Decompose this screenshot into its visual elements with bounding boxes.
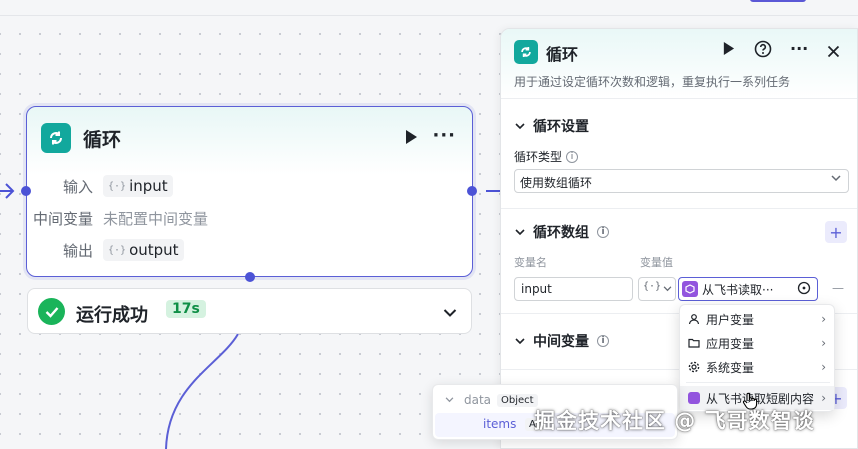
loop-type-select[interactable]: 使用数组循环: [514, 169, 849, 193]
body-port[interactable]: [245, 272, 255, 282]
chevron-down-icon: [663, 286, 672, 292]
section-intermediate[interactable]: 中间变量 i: [515, 331, 609, 351]
row-label: 中间变量: [32, 209, 93, 228]
gear-icon: [688, 361, 700, 373]
type-tag: Object: [497, 393, 538, 407]
row-label: 输出: [62, 241, 93, 260]
variable-chip: {·} input: [103, 175, 173, 197]
user-icon: [688, 314, 700, 325]
cube-icon: [688, 392, 700, 404]
chevron-right-icon: ›: [821, 336, 826, 350]
node-title: 循环: [83, 129, 122, 151]
run-status-bar[interactable]: 运行成功 17s: [27, 288, 472, 334]
variable-chip: {·} output: [103, 239, 184, 261]
status-text: 运行成功: [76, 305, 148, 326]
var-name-input[interactable]: input: [514, 277, 633, 301]
menu-item-app-vars[interactable]: 应用变量 ›: [680, 331, 834, 355]
cube-icon: [682, 281, 698, 297]
chevron-down-icon: [515, 228, 525, 235]
section-loop-array[interactable]: 循环数组 i: [515, 222, 609, 242]
watermark: 掘金技术社区 @ 飞哥数智谈: [534, 409, 815, 433]
menu-item-system-vars[interactable]: 系统变量 ›: [680, 355, 834, 379]
loop-icon: [41, 123, 71, 153]
chevron-down-icon: [445, 397, 454, 403]
var-value-label: 变量值: [640, 256, 673, 269]
section-loop-settings[interactable]: 循环设置: [515, 116, 589, 136]
chevron-down-icon: [515, 337, 525, 344]
remove-row-icon[interactable]: —: [832, 281, 844, 295]
chevron-down-icon: [831, 175, 841, 182]
var-name-label: 变量名: [514, 256, 547, 269]
chevron-down-icon[interactable]: [443, 303, 457, 322]
info-icon[interactable]: i: [597, 226, 609, 238]
menu-item-user-vars[interactable]: 用户变量 ›: [680, 307, 834, 331]
panel-description: 用于通过设定循环次数和逻辑，重复执行一系列任务: [514, 75, 791, 89]
success-check-icon: [38, 298, 65, 325]
brace-icon: {·}: [108, 180, 127, 192]
divider: [501, 208, 857, 209]
status-duration-badge: 17s: [166, 300, 206, 318]
brace-icon: {·}: [108, 244, 127, 256]
row-value: 未配置中间变量: [103, 209, 209, 228]
run-icon[interactable]: [404, 129, 418, 149]
chevron-right-icon: ›: [821, 312, 826, 326]
loop-node-card[interactable]: 循环 ··· 输入 {·} input 中间变量 未配置中间变量 输出 {·} ou…: [26, 106, 473, 277]
info-icon[interactable]: i: [566, 150, 579, 163]
node-row-output: 输出 {·} output: [27, 237, 472, 263]
row-label: 输入: [62, 177, 93, 196]
loop-icon: [514, 40, 538, 64]
loop-body-curve: [165, 333, 239, 449]
target-icon[interactable]: [797, 281, 811, 298]
more-icon[interactable]: ···: [790, 39, 808, 58]
run-icon[interactable]: [722, 41, 735, 60]
chevron-right-icon: ›: [821, 360, 826, 374]
input-port[interactable]: [21, 186, 31, 196]
chevron-right-icon: ›: [821, 391, 826, 405]
close-icon[interactable]: [827, 43, 840, 62]
node-row-intermediate: 中间变量 未配置中间变量: [27, 205, 472, 231]
var-type-select[interactable]: {·}: [638, 277, 676, 301]
folder-icon: [688, 338, 700, 348]
panel-title: 循环: [546, 45, 579, 64]
tree-node-data[interactable]: data Object: [445, 393, 538, 407]
output-port[interactable]: [467, 186, 477, 196]
loop-type-label: 循环类型 i: [514, 148, 579, 165]
var-value-picker[interactable]: 从飞书读取···: [678, 277, 818, 301]
info-icon[interactable]: i: [597, 335, 609, 347]
more-icon[interactable]: ···: [432, 125, 456, 146]
panel-header: 循环 ··· 用于通过设定循环次数和逻辑，重复执行一系列任务: [501, 29, 857, 99]
chevron-down-icon: [515, 122, 525, 129]
add-array-button[interactable]: +: [825, 221, 847, 243]
divider: [686, 382, 830, 383]
node-row-input: 输入 {·} input: [27, 173, 472, 199]
help-icon[interactable]: [754, 40, 772, 62]
